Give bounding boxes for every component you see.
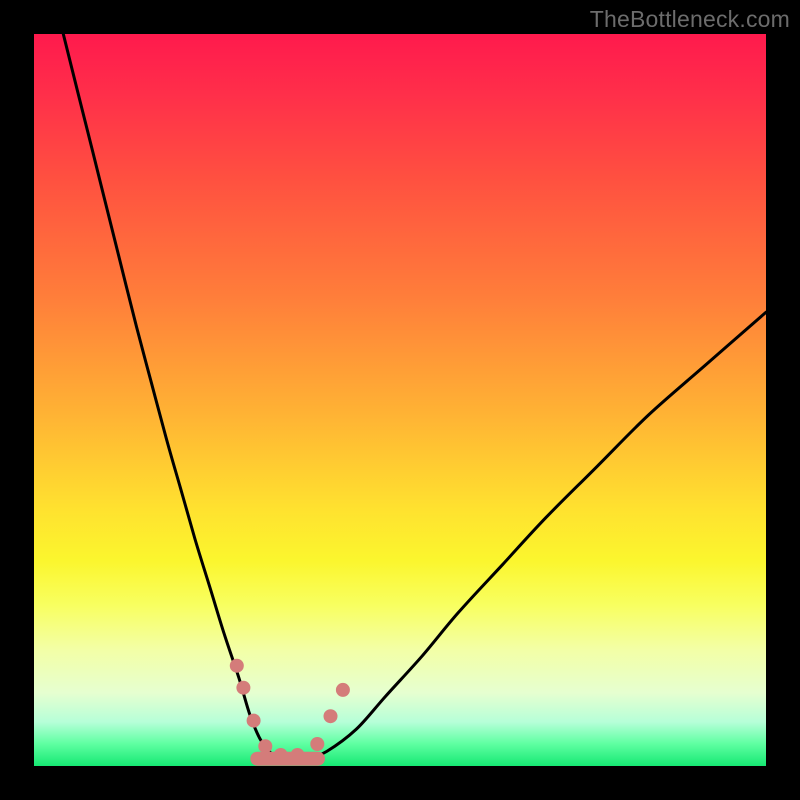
- marker-dot: [310, 737, 324, 751]
- watermark-text: TheBottleneck.com: [590, 6, 790, 33]
- marker-dot: [336, 683, 350, 697]
- chart-frame: TheBottleneck.com: [0, 0, 800, 800]
- curve-layer: [34, 34, 766, 766]
- marker-dot: [258, 739, 272, 753]
- marker-dot: [236, 681, 250, 695]
- marker-dot: [247, 714, 261, 728]
- marker-dot: [324, 709, 338, 723]
- bottleneck-curve: [63, 34, 766, 763]
- plot-area: [34, 34, 766, 766]
- marker-dot: [230, 659, 244, 673]
